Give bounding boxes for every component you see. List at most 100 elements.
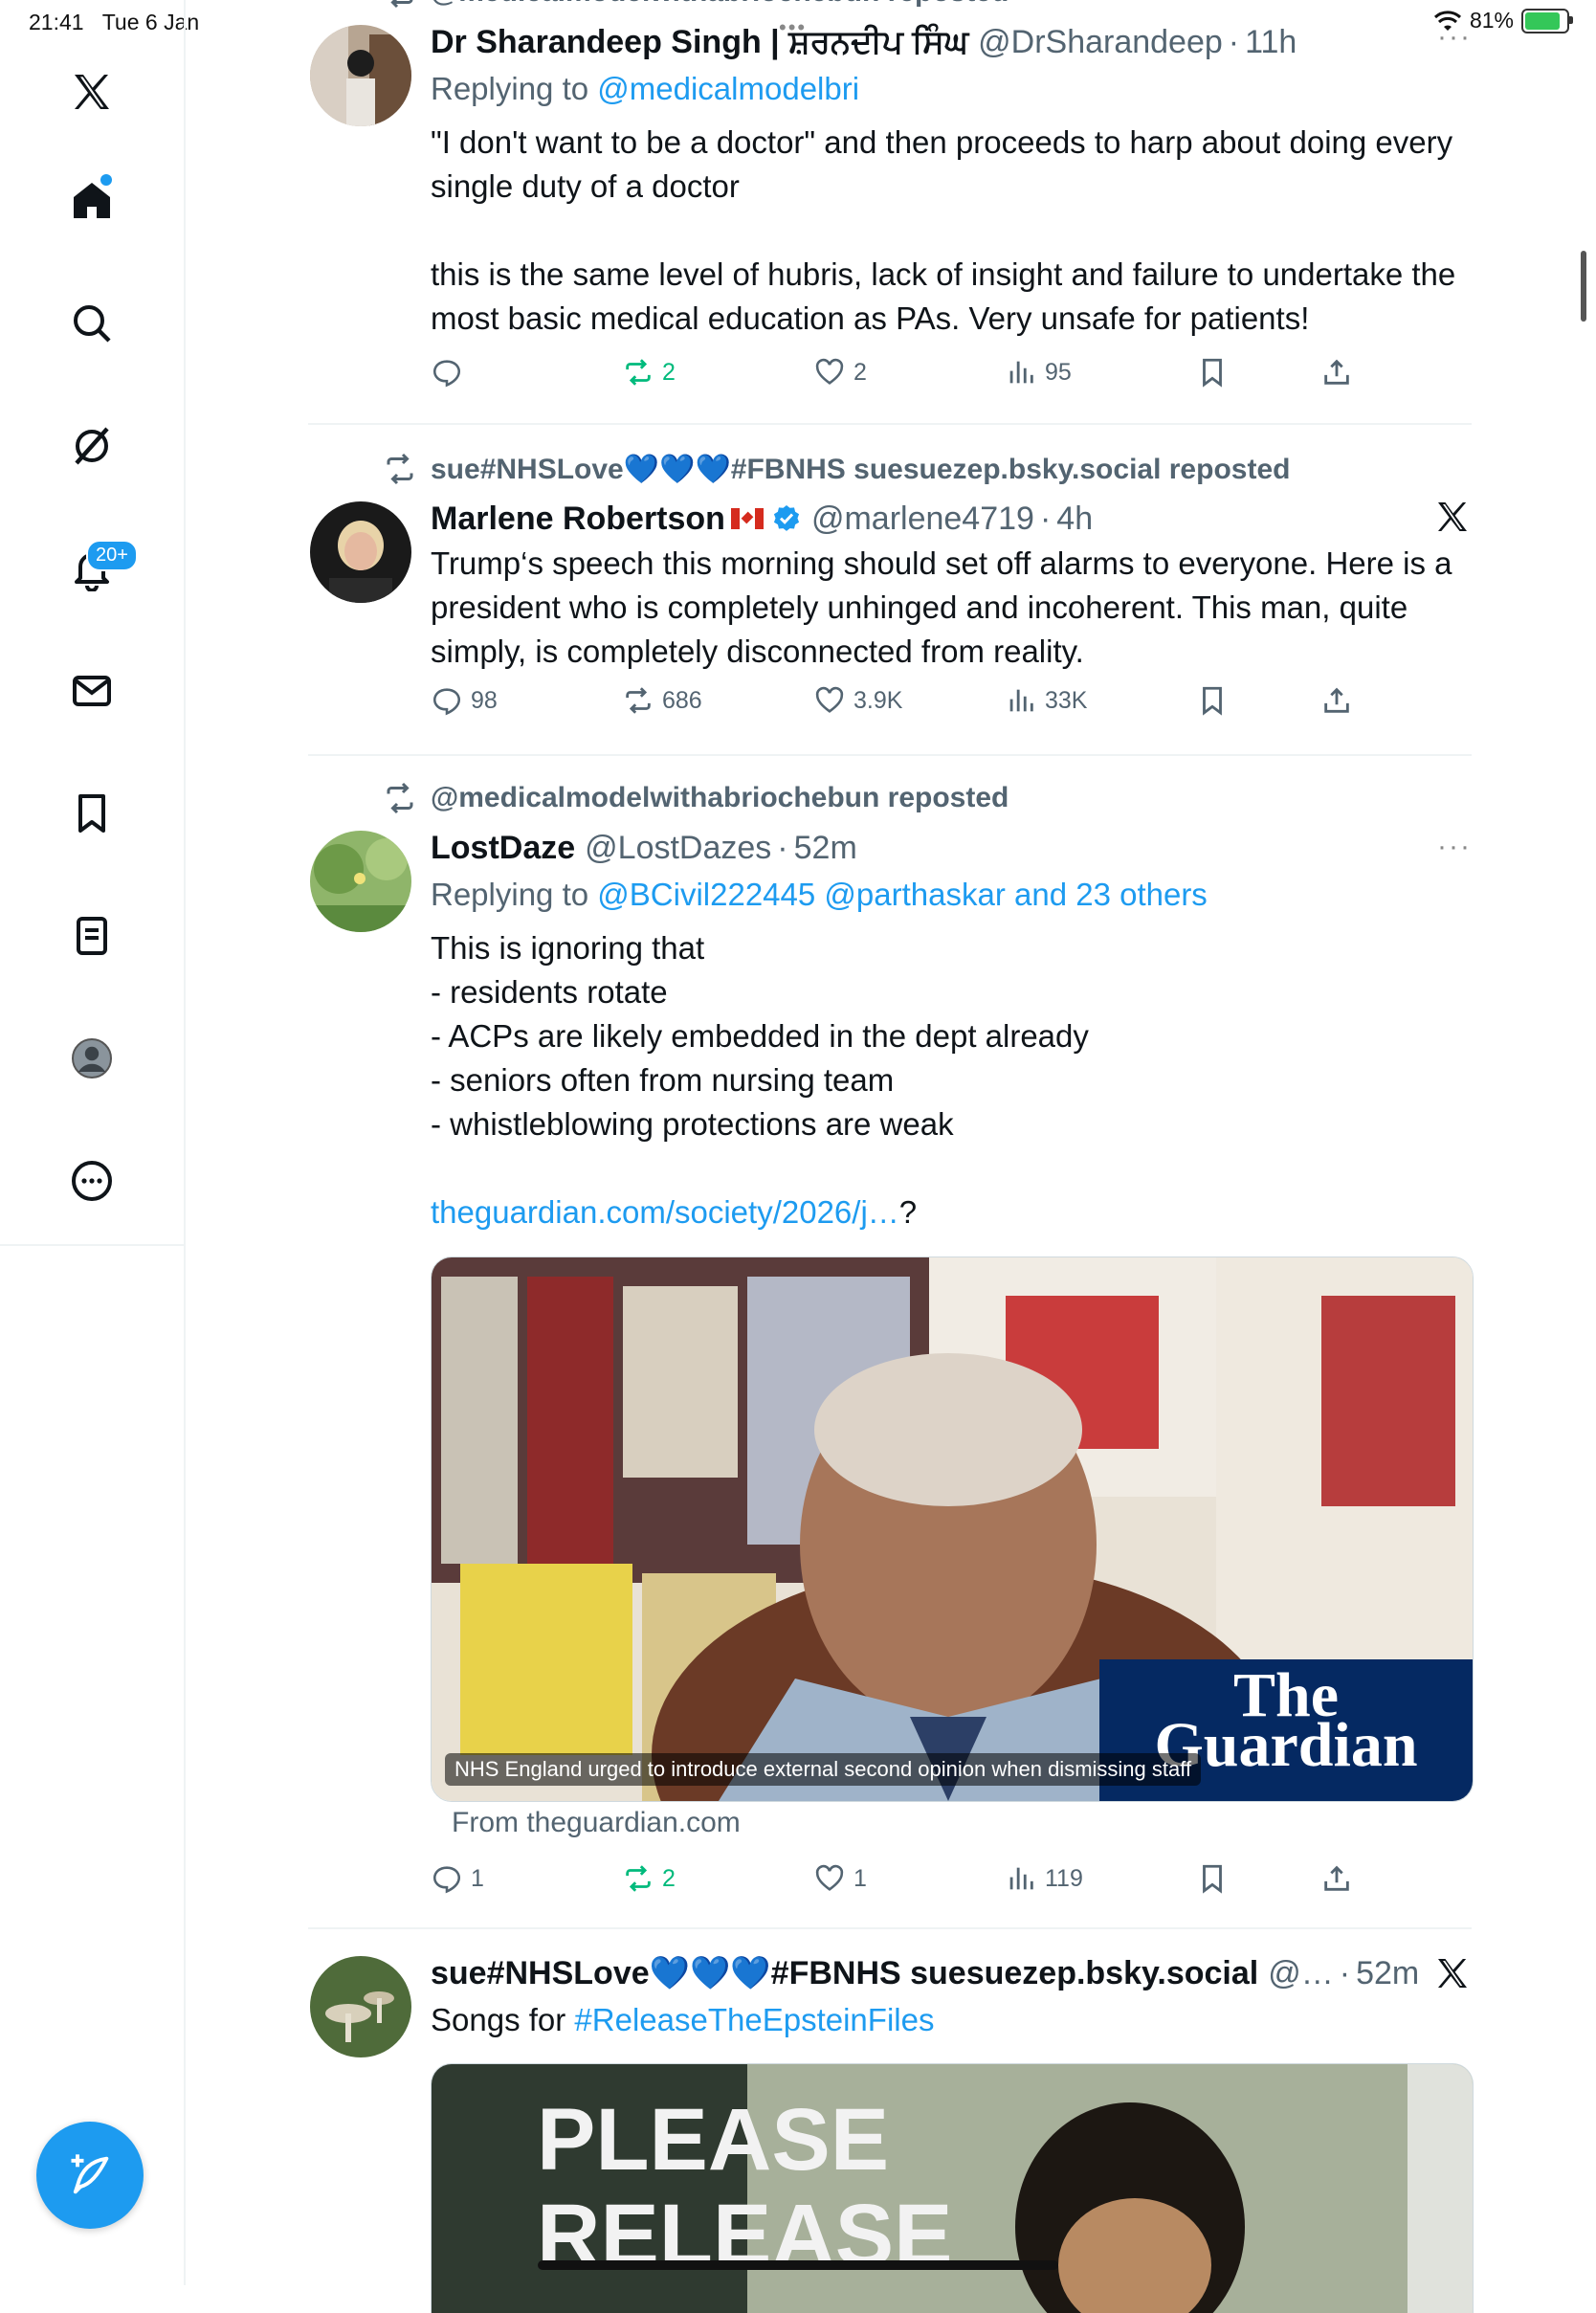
more-menu-icon[interactable]: ··· — [1437, 831, 1472, 863]
like-button[interactable]: 1 — [813, 1862, 867, 1895]
repost-icon — [626, 687, 651, 714]
card-source: From theguardian.com — [452, 1807, 741, 1838]
heart-icon — [815, 686, 844, 713]
views-button[interactable]: 95 — [1005, 356, 1072, 389]
share-icon — [1324, 359, 1349, 385]
repost-indicator: sue#NHSLove💙💙💙#FBNHS suesuezep.bsky.soci… — [383, 452, 1290, 486]
reply-mention-link[interactable]: @medicalmodelbri — [597, 71, 859, 106]
divider — [308, 1927, 1472, 1929]
share-icon — [1324, 1865, 1349, 1891]
divider — [308, 754, 1472, 756]
profile-avatar-icon[interactable] — [59, 1026, 124, 1091]
sidebar-nav: 20+ — [0, 0, 186, 2285]
handle[interactable]: @LostDazes — [585, 830, 771, 867]
timestamp[interactable]: 52m — [794, 830, 857, 867]
notifications-badge: 20+ — [86, 540, 138, 571]
timestamp[interactable]: 52m — [1356, 1955, 1419, 1992]
bookmark-button[interactable] — [1196, 684, 1229, 717]
album-text-line1: PLEASE — [537, 2091, 889, 2189]
views-button[interactable]: 33K — [1005, 684, 1087, 717]
tweet-header: Dr Sharandeep Singh | ਸ਼ਰਨਦੀਪ ਸਿੰਘ @DrSh… — [431, 23, 1297, 61]
sidebar-divider — [0, 1244, 184, 1246]
views-chart-icon — [1009, 689, 1033, 712]
compose-post-button[interactable] — [36, 2122, 144, 2229]
repost-indicator: @medicalmodelwithabriochebun reposted — [383, 0, 1009, 10]
repost-indicator: @medicalmodelwithabriochebun reposted — [383, 781, 1009, 815]
card-caption: NHS England urged to introduce external … — [445, 1753, 1202, 1786]
repost-button[interactable]: 2 — [622, 356, 676, 389]
home-indicator[interactable] — [538, 2260, 1058, 2270]
avatar[interactable] — [310, 1956, 411, 2057]
hashtag-link[interactable]: #ReleaseTheEpsteinFiles — [574, 2002, 934, 2037]
reply-icon — [432, 1866, 461, 1894]
like-button[interactable]: 3.9K — [813, 684, 902, 717]
scrollbar[interactable] — [1581, 251, 1586, 322]
share-button[interactable] — [1320, 356, 1353, 389]
article-link[interactable]: theguardian.com/society/2026/j… — [431, 1194, 899, 1230]
tweet-actions: 2 2 95 — [431, 356, 1397, 394]
bookmark-button[interactable] — [1196, 356, 1229, 389]
media-image[interactable]: PLEASE RELEASE — [431, 2063, 1474, 2313]
reply-mention-link[interactable]: @BCivil222445 @parthaskar and 23 others — [597, 877, 1208, 912]
display-name[interactable]: LostDaze — [431, 830, 575, 867]
tweet-text: Songs for #ReleaseTheEpsteinFiles — [431, 2002, 935, 2037]
messages-envelope-icon[interactable] — [59, 658, 124, 723]
display-name[interactable]: Marlene Robertson — [431, 500, 725, 538]
bookmark-icon — [1203, 686, 1222, 716]
handle[interactable]: @… — [1268, 1955, 1334, 1992]
reply-button[interactable]: 98 — [431, 684, 498, 717]
link-card-image[interactable]: The Guardian NHS England urged to introdu… — [431, 1257, 1474, 1802]
x-logo-icon[interactable] — [1433, 498, 1472, 536]
display-name[interactable]: sue#NHSLove💙💙💙#FBNHS suesuezep.bsky.soci… — [431, 1954, 1258, 1992]
bookmarks-icon[interactable] — [59, 781, 124, 846]
heart-icon — [815, 1864, 844, 1891]
reply-icon — [432, 360, 461, 388]
more-options-icon[interactable] — [59, 1148, 124, 1213]
search-icon[interactable] — [59, 291, 124, 356]
share-button[interactable] — [1320, 684, 1353, 717]
more-menu-icon[interactable]: ··· — [1437, 21, 1472, 54]
reply-button[interactable] — [431, 356, 471, 389]
lists-icon[interactable] — [59, 903, 124, 968]
avatar[interactable] — [310, 501, 411, 603]
avatar[interactable] — [310, 831, 411, 932]
replying-to: Replying to @BCivil222445 @parthaskar an… — [431, 877, 1208, 912]
timestamp[interactable]: 11h — [1245, 24, 1297, 61]
bookmark-button[interactable] — [1196, 1862, 1229, 1895]
views-chart-icon — [1009, 1867, 1033, 1890]
bookmark-icon — [1203, 1864, 1222, 1894]
grok-icon[interactable] — [59, 413, 124, 478]
display-name[interactable]: Dr Sharandeep Singh | ਸ਼ਰਨਦੀਪ ਸਿੰਘ — [431, 24, 968, 61]
like-button[interactable]: 2 — [813, 356, 867, 389]
album-cover-image: PLEASE RELEASE — [432, 2064, 1473, 2313]
handle[interactable]: @DrSharandeep — [978, 24, 1223, 61]
handle[interactable]: @marlene4719 — [811, 500, 1034, 538]
repost-icon — [626, 1865, 651, 1892]
tweet-actions: 1 2 1 119 — [431, 1862, 1397, 1901]
share-button[interactable] — [1320, 1862, 1353, 1895]
tweet-header: sue#NHSLove💙💙💙#FBNHS suesuezep.bsky.soci… — [431, 1954, 1420, 1992]
views-button[interactable]: 119 — [1005, 1862, 1083, 1895]
timestamp[interactable]: 4h — [1056, 500, 1093, 538]
repost-icon — [387, 782, 413, 814]
battery-icon — [1521, 8, 1573, 33]
compose-feather-icon — [71, 2154, 109, 2194]
divider — [308, 423, 1472, 425]
avatar[interactable] — [310, 25, 411, 126]
canada-flag-icon — [730, 508, 764, 529]
tweet-actions: 98 686 3.9K 33K — [431, 684, 1397, 723]
tweet-header: LostDaze @LostDazes · 52m — [431, 829, 857, 867]
repost-icon — [387, 453, 413, 485]
home-icon[interactable] — [59, 168, 124, 234]
x-logo-icon[interactable] — [59, 59, 124, 124]
heart-icon — [815, 358, 844, 385]
share-icon — [1324, 687, 1349, 713]
bookmark-icon — [1203, 358, 1222, 388]
repost-icon — [390, 0, 413, 9]
verified-badge-icon — [773, 505, 800, 531]
x-logo-icon[interactable] — [1433, 1954, 1472, 1992]
repost-button[interactable]: 2 — [622, 1862, 676, 1895]
reply-button[interactable]: 1 — [431, 1862, 484, 1895]
repost-button[interactable]: 686 — [622, 684, 702, 717]
replying-to: Replying to @medicalmodelbri — [431, 71, 860, 106]
